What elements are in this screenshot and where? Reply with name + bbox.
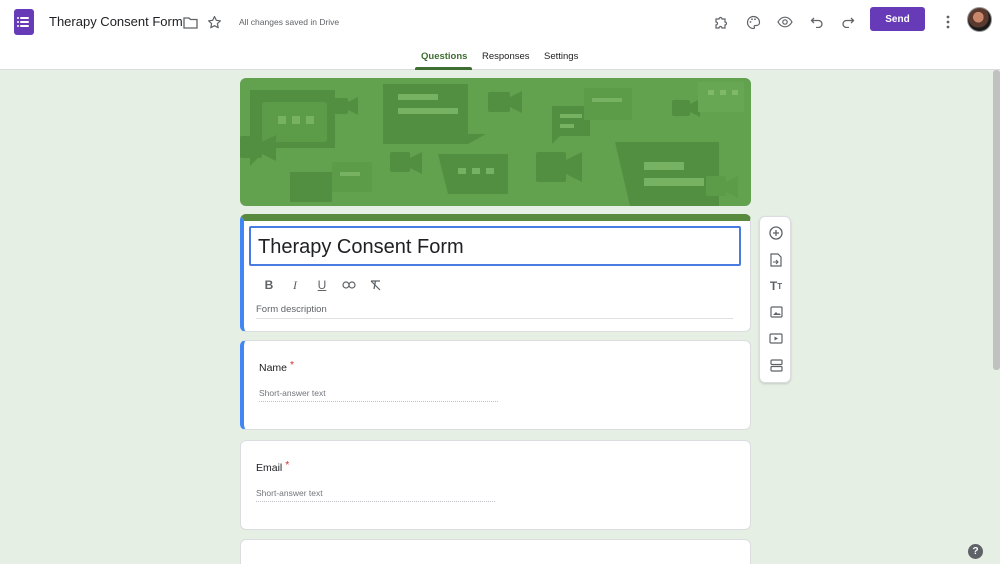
add-section-icon[interactable] bbox=[767, 356, 785, 374]
tab-responses[interactable]: Responses bbox=[482, 51, 530, 62]
question-title: Email * bbox=[256, 459, 290, 474]
question-title: Name * bbox=[259, 359, 295, 374]
tab-settings[interactable]: Settings bbox=[544, 51, 578, 62]
header-banner bbox=[240, 78, 751, 206]
add-video-icon[interactable] bbox=[767, 329, 785, 347]
add-image-icon[interactable] bbox=[767, 303, 785, 321]
preview-eye-icon[interactable] bbox=[775, 12, 795, 32]
italic-icon[interactable]: I bbox=[286, 276, 304, 294]
form-description-input[interactable]: Form description bbox=[256, 304, 733, 319]
star-icon[interactable] bbox=[204, 12, 224, 32]
palette-icon[interactable] bbox=[743, 12, 763, 32]
floating-toolbar: TT bbox=[759, 216, 791, 383]
undo-icon[interactable] bbox=[807, 12, 827, 32]
account-avatar[interactable] bbox=[967, 7, 992, 32]
link-icon[interactable] bbox=[340, 276, 358, 294]
form-title-card[interactable]: Therapy Consent Form B I U Form descript… bbox=[240, 214, 751, 332]
document-title[interactable]: Therapy Consent Form bbox=[49, 14, 183, 29]
question-card-name[interactable]: Name * Short-answer text bbox=[240, 340, 751, 430]
tab-questions[interactable]: Questions bbox=[421, 51, 467, 62]
question-card-email[interactable]: Email * Short-answer text bbox=[240, 440, 751, 530]
active-tab-indicator bbox=[415, 67, 472, 70]
form-title-input[interactable]: Therapy Consent Form bbox=[249, 226, 741, 266]
add-title-icon[interactable]: TT bbox=[767, 277, 785, 295]
add-question-icon[interactable] bbox=[767, 224, 785, 242]
required-asterisk: * bbox=[290, 359, 295, 371]
top-bar: Therapy Consent Form All changes saved i… bbox=[0, 0, 1000, 70]
help-icon[interactable]: ? bbox=[968, 544, 983, 559]
folder-icon[interactable] bbox=[180, 12, 200, 32]
addon-puzzle-icon[interactable] bbox=[711, 12, 731, 32]
save-status: All changes saved in Drive bbox=[239, 17, 340, 27]
import-questions-icon[interactable] bbox=[767, 251, 785, 269]
forms-app-icon[interactable] bbox=[14, 9, 34, 35]
question-card-partial[interactable] bbox=[240, 539, 751, 564]
form-tabs: Questions Responses Settings bbox=[0, 48, 1000, 70]
chat-bubbles-pattern bbox=[240, 82, 744, 206]
underline-icon[interactable]: U bbox=[313, 276, 331, 294]
bold-icon[interactable]: B bbox=[260, 276, 278, 294]
short-answer-placeholder: Short-answer text bbox=[256, 488, 495, 502]
more-vert-icon[interactable] bbox=[938, 12, 958, 32]
send-button[interactable]: Send bbox=[870, 7, 925, 31]
short-answer-placeholder: Short-answer text bbox=[259, 388, 498, 402]
required-asterisk: * bbox=[285, 459, 290, 471]
redo-icon[interactable] bbox=[838, 12, 858, 32]
page-scrollbar[interactable] bbox=[993, 70, 1000, 370]
clear-format-icon[interactable] bbox=[366, 276, 384, 294]
